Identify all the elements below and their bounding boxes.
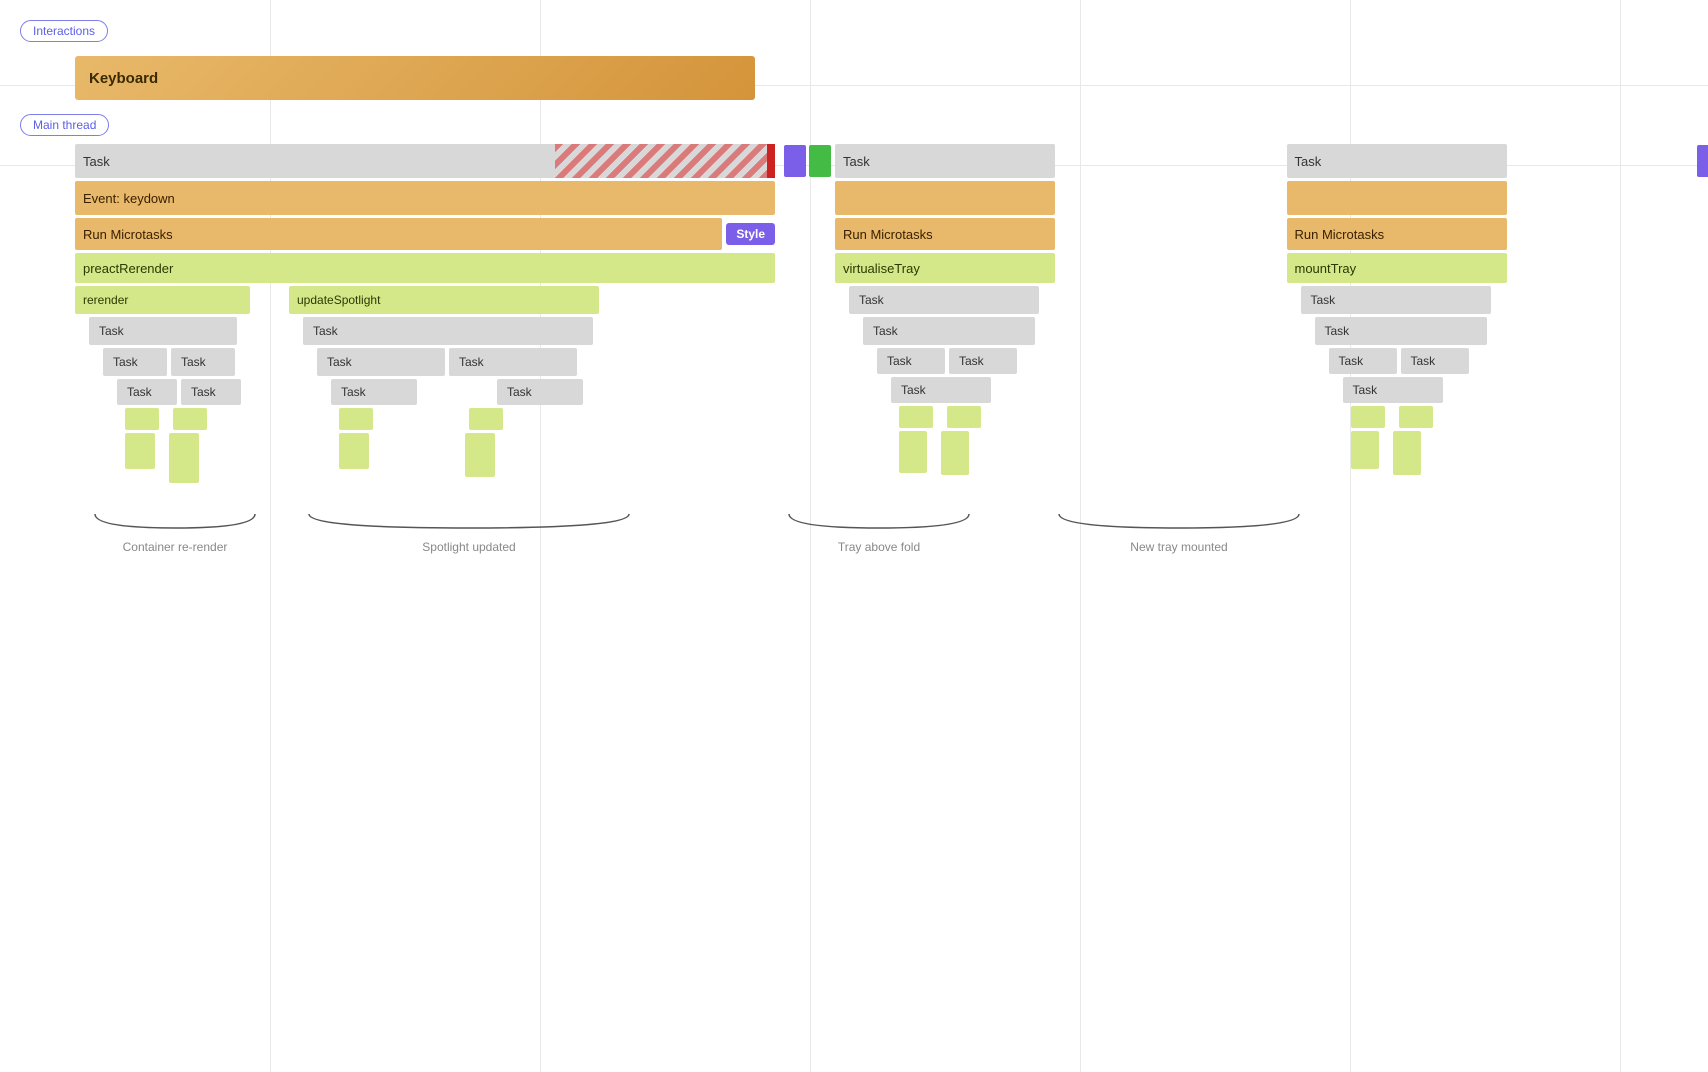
main-area: Task Event: keydown Run Microtasks Style bbox=[75, 144, 1688, 486]
divider-gap bbox=[775, 144, 835, 486]
task-b3[interactable]: Task bbox=[449, 348, 577, 376]
rerender-block[interactable]: rerender bbox=[75, 286, 250, 314]
interactions-pill[interactable]: Interactions bbox=[20, 20, 108, 42]
tiny-r1-1 bbox=[899, 406, 933, 428]
mount-tray-block[interactable]: mountTray bbox=[1287, 253, 1507, 283]
event-r2 bbox=[1287, 181, 1507, 215]
task-r1-main[interactable]: Task bbox=[835, 144, 1055, 178]
task-b5[interactable]: Task bbox=[497, 379, 583, 405]
run-microtasks-r2[interactable]: Run Microtasks bbox=[1287, 218, 1507, 250]
update-spotlight-block[interactable]: updateSpotlight bbox=[289, 286, 599, 314]
keyboard-bar: Keyboard bbox=[75, 56, 755, 100]
task-r1-2[interactable]: Task bbox=[863, 317, 1035, 345]
virtualise-tray-block[interactable]: virtualiseTray bbox=[835, 253, 1055, 283]
main-thread-pill[interactable]: Main thread bbox=[20, 114, 109, 136]
task-r2-main[interactable]: Task bbox=[1287, 144, 1507, 178]
tiny-b1 bbox=[339, 408, 373, 430]
tiny-a2 bbox=[173, 408, 207, 430]
green-indicator bbox=[809, 145, 831, 177]
task-r1-4[interactable]: Task bbox=[949, 348, 1017, 374]
task-r2-2[interactable]: Task bbox=[1315, 317, 1487, 345]
brace-svg-new-tray bbox=[1049, 510, 1309, 534]
brace-svg-container bbox=[85, 510, 265, 534]
tall-a1 bbox=[125, 433, 155, 469]
container-rerender-label: Container re-render bbox=[123, 540, 228, 554]
task-a5[interactable]: Task bbox=[181, 379, 241, 405]
tall-b1 bbox=[339, 433, 369, 469]
task-b1[interactable]: Task bbox=[303, 317, 593, 345]
style-pill[interactable]: Style bbox=[726, 223, 775, 245]
purple-indicator-r2 bbox=[1697, 145, 1708, 177]
task-r2-3[interactable]: Task bbox=[1329, 348, 1397, 374]
tall-r2-2 bbox=[1393, 431, 1421, 475]
tiny-r1-2 bbox=[947, 406, 981, 428]
tall-r2-1 bbox=[1351, 431, 1379, 469]
task-r1-1[interactable]: Task bbox=[849, 286, 1039, 314]
task-a4[interactable]: Task bbox=[117, 379, 177, 405]
new-tray-mounted-label: New tray mounted bbox=[1130, 540, 1227, 554]
run-microtasks-r1[interactable]: Run Microtasks bbox=[835, 218, 1055, 250]
page-content: Interactions Keyboard Main thread Task bbox=[0, 0, 1708, 574]
task-r2-4[interactable]: Task bbox=[1401, 348, 1469, 374]
task-r2-5[interactable]: Task bbox=[1343, 377, 1443, 403]
tiny-r2-1 bbox=[1351, 406, 1385, 428]
tall-a2 bbox=[169, 433, 199, 483]
event-r1 bbox=[835, 181, 1055, 215]
task-b4[interactable]: Task bbox=[331, 379, 417, 405]
task-a1[interactable]: Task bbox=[89, 317, 237, 345]
left-cols: rerender Task Task Task bbox=[75, 286, 775, 486]
task-r2-1[interactable]: Task bbox=[1301, 286, 1491, 314]
task-block-main[interactable]: Task bbox=[75, 144, 775, 178]
purple-indicator bbox=[784, 145, 806, 177]
brace-svg-spotlight bbox=[299, 510, 639, 534]
right-col-2: Task Run Microtasks mountTray bbox=[1287, 144, 1689, 486]
task-b2[interactable]: Task bbox=[317, 348, 445, 376]
task-a2[interactable]: Task bbox=[103, 348, 167, 376]
tiny-b2 bbox=[469, 408, 503, 430]
tray-above-fold-label: Tray above fold bbox=[838, 540, 920, 554]
task-a3[interactable]: Task bbox=[171, 348, 235, 376]
brace-labels-section: Container re-render Spotlight updated Tr… bbox=[75, 510, 1688, 554]
spotlight-updated-label: Spotlight updated bbox=[422, 540, 515, 554]
brace-spotlight-updated: Spotlight updated bbox=[289, 510, 649, 554]
tiny-a1 bbox=[125, 408, 159, 430]
preact-rerender-block[interactable]: preactRerender bbox=[75, 253, 775, 283]
brace-container-rerender: Container re-render bbox=[75, 510, 275, 554]
right-col-1: Task Run Microtasks virtualiseTray Task bbox=[835, 144, 1237, 486]
rerender-col: rerender Task Task Task bbox=[75, 286, 275, 486]
brace-svg-tray bbox=[779, 510, 979, 534]
tiny-r2-2 bbox=[1399, 406, 1433, 428]
keyboard-label: Keyboard bbox=[89, 70, 158, 87]
brace-new-tray-mounted: New tray mounted bbox=[1039, 510, 1319, 554]
task-hatch bbox=[555, 144, 775, 178]
task-r1-3[interactable]: Task bbox=[877, 348, 945, 374]
update-spotlight-col: updateSpotlight Task Task T bbox=[289, 286, 649, 486]
right-section: Task Run Microtasks virtualiseTray Task bbox=[835, 144, 1688, 486]
tall-r1-2 bbox=[941, 431, 969, 475]
run-microtasks-block[interactable]: Run Microtasks bbox=[75, 218, 722, 250]
task-r1-5[interactable]: Task bbox=[891, 377, 991, 403]
left-section: Task Event: keydown Run Microtasks Style bbox=[75, 144, 775, 486]
event-keydown-block[interactable]: Event: keydown bbox=[75, 181, 775, 215]
brace-tray-above-fold: Tray above fold bbox=[769, 510, 989, 554]
tall-r1-1 bbox=[899, 431, 927, 473]
tall-b2 bbox=[465, 433, 495, 477]
